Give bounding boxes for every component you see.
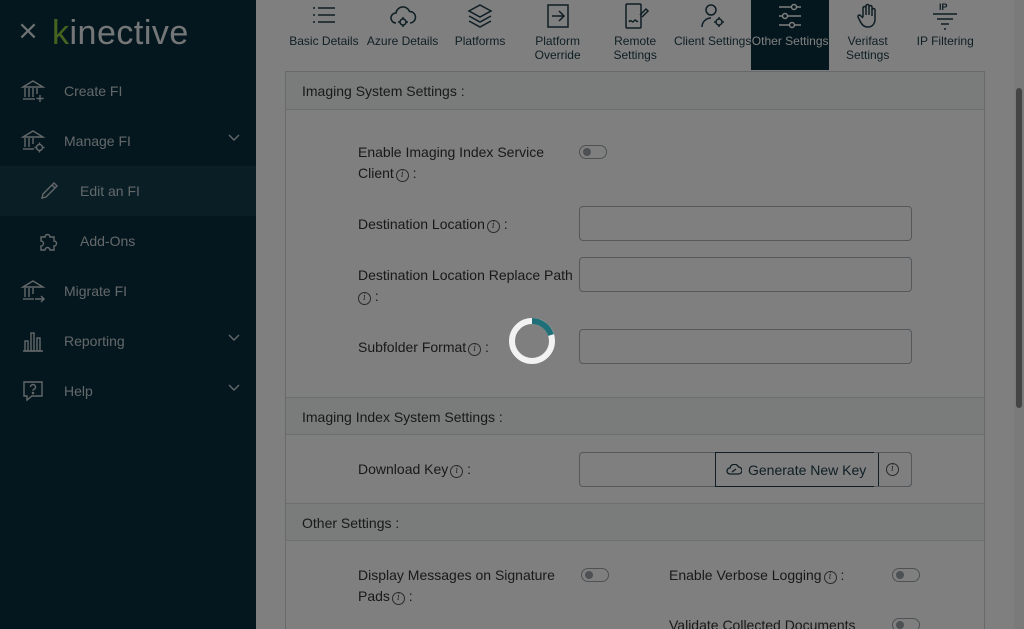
loading-overlay (0, 0, 1024, 629)
loading-spinner-icon (509, 318, 555, 364)
